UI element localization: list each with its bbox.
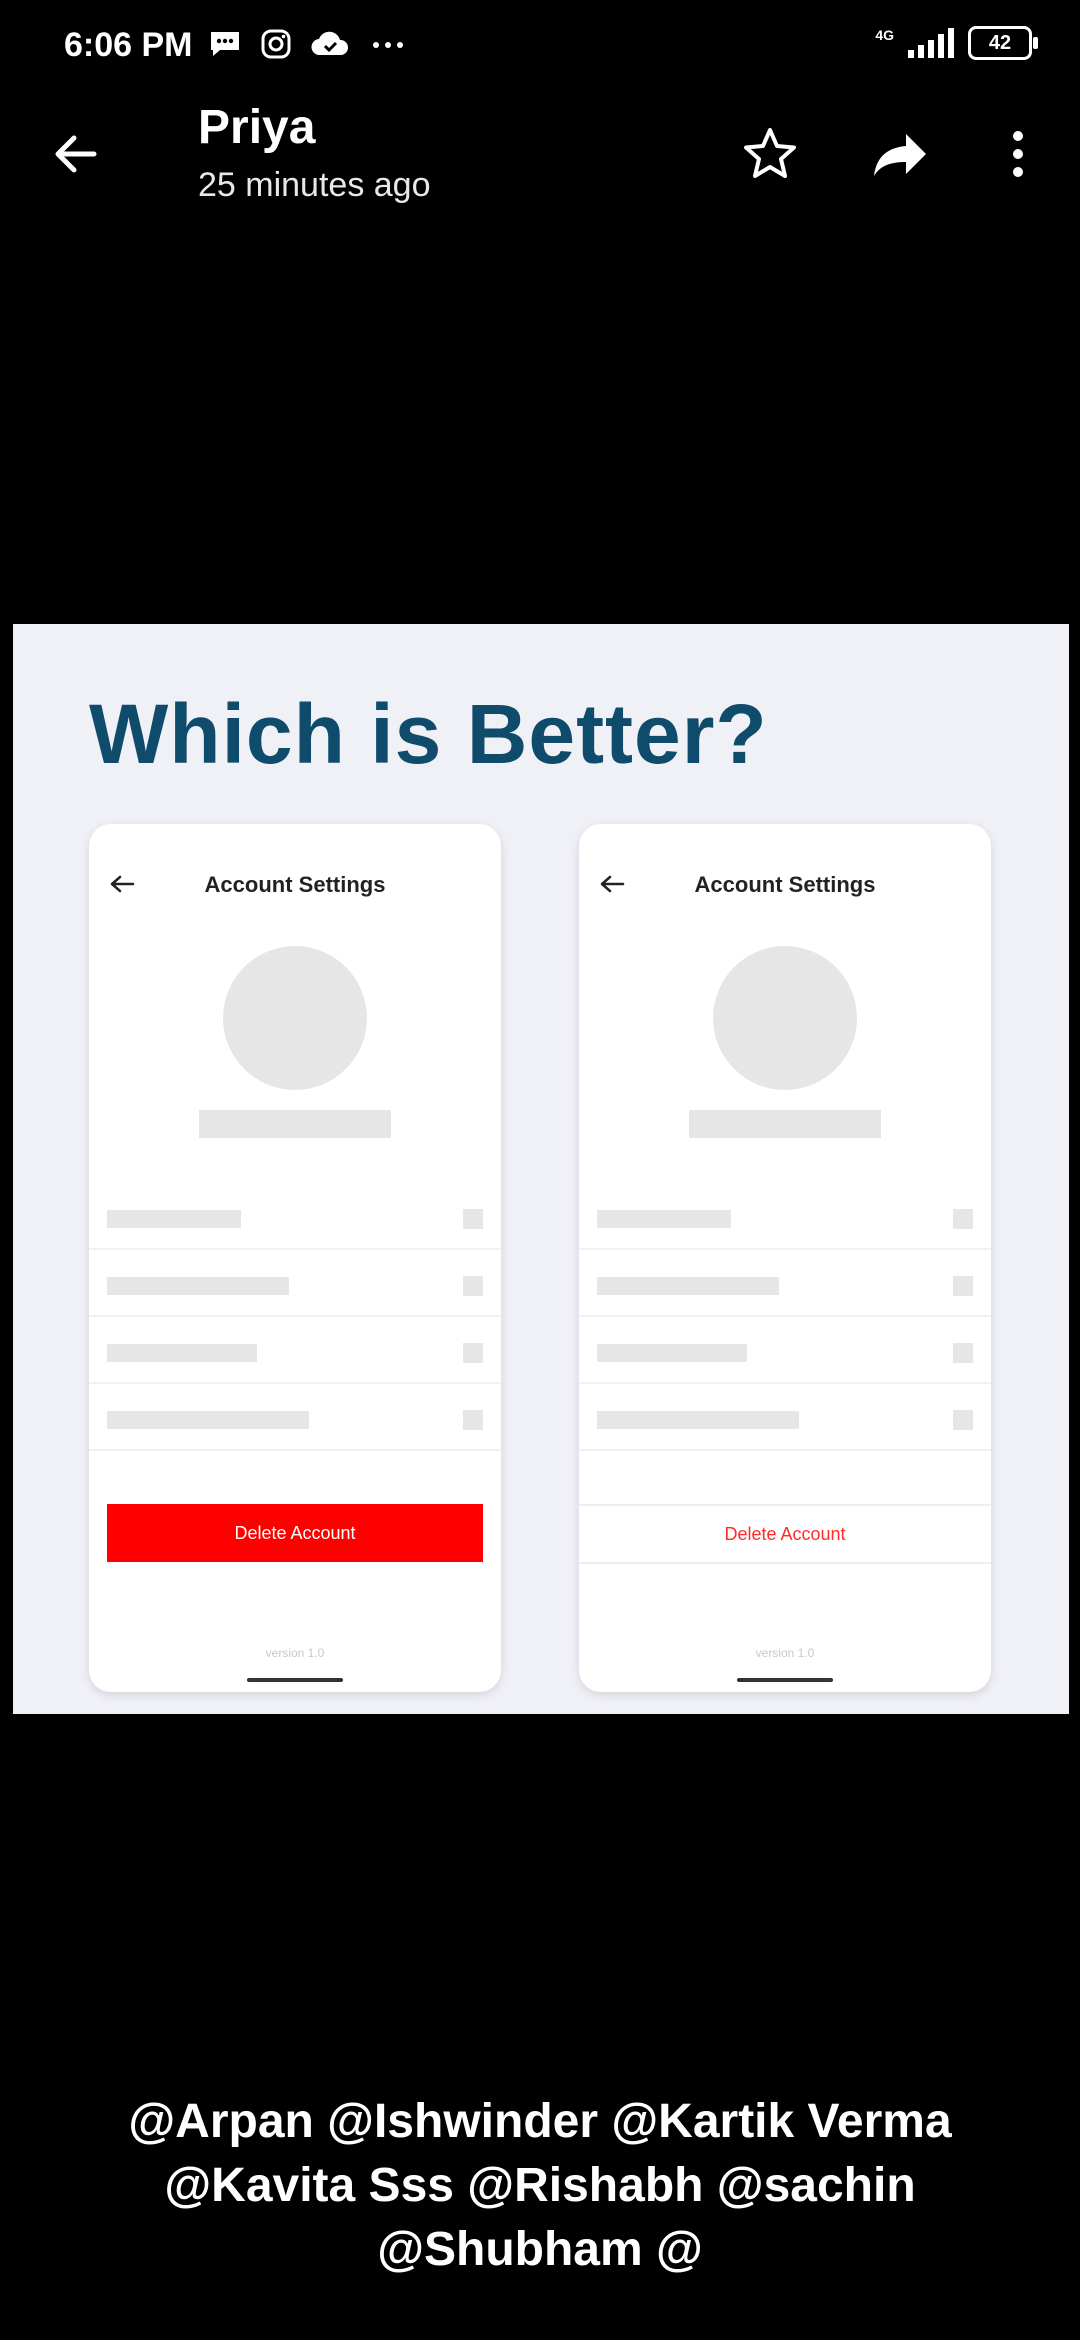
top-app-bar: Priya 25 minutes ago [0, 96, 1080, 216]
status-time: 6:06 PM [64, 26, 193, 64]
list-item [579, 1383, 991, 1451]
caption-line: @Kavita Sss @Rishabh @sachin [164, 2159, 916, 2212]
status-right: 4G 42 [875, 26, 1038, 60]
home-indicator [737, 1678, 833, 1682]
delete-account-button-filled: Delete Account [107, 1504, 483, 1562]
mockup-title: Account Settings [694, 872, 876, 897]
star-icon[interactable] [738, 122, 802, 186]
avatar-placeholder [223, 946, 367, 1090]
caption-line: @Arpan @Ishwinder @Kartik Verma [128, 2095, 952, 2148]
image-heading: Which is Better? [89, 687, 768, 781]
mockup-title: Account Settings [204, 872, 386, 897]
list-item [579, 1182, 991, 1250]
instagram-icon [261, 29, 291, 59]
status-bar: 6:06 PM 4G 42 [0, 0, 1080, 96]
shared-image[interactable]: Which is Better? Account Settings Delete… [13, 624, 1069, 1714]
caption-line: @Shubham @ [377, 2223, 703, 2276]
back-arrow-icon[interactable] [44, 122, 108, 186]
cloud-icon [311, 31, 349, 56]
list-item [89, 1316, 501, 1384]
share-icon[interactable] [868, 122, 932, 186]
battery-level: 42 [988, 31, 1012, 54]
name-placeholder [199, 1110, 391, 1138]
version-label: version 1.0 [755, 1646, 815, 1660]
battery-icon: 42 [968, 26, 1038, 60]
notification-icons [208, 28, 408, 60]
signal-icon [908, 28, 954, 58]
delete-account-button-text: Delete Account [579, 1504, 991, 1564]
name-placeholder [689, 1110, 881, 1138]
more-dots-icon [373, 42, 403, 48]
network-type: 4G [875, 27, 894, 43]
list-item [579, 1316, 991, 1384]
phone-mockup-text-button: Account Settings Delete Account version … [579, 824, 991, 1692]
list-item [89, 1249, 501, 1317]
message-icon [211, 32, 239, 56]
home-indicator [247, 1678, 343, 1682]
overflow-menu-icon[interactable] [988, 122, 1048, 186]
avatar-placeholder [713, 946, 857, 1090]
list-item [579, 1249, 991, 1317]
image-caption: @Arpan @Ishwinder @Kartik Verma @Kavita … [90, 2090, 990, 2282]
list-item [89, 1182, 501, 1250]
list-item [89, 1383, 501, 1451]
message-timestamp: 25 minutes ago [198, 166, 431, 204]
version-label: version 1.0 [265, 1646, 325, 1660]
phone-mockup-filled-button: Account Settings Delete Account version … [89, 824, 501, 1692]
sender-name: Priya [198, 101, 316, 154]
